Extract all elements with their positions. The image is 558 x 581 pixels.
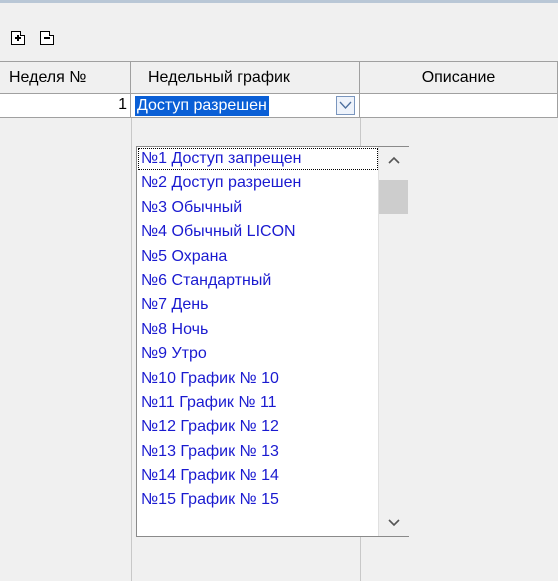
table-row[interactable]: 1 Доступ разрешен xyxy=(0,94,558,118)
dropdown-item[interactable]: №14 График № 14 xyxy=(137,464,379,488)
schedule-dropdown-list[interactable]: №1 Доступ запрещен №2 Доступ разрешен №3 О… xyxy=(136,146,409,537)
dropdown-item[interactable]: №11 График № 11 xyxy=(137,391,379,415)
combo-dropdown-button[interactable] xyxy=(336,96,355,115)
dropdown-item[interactable]: №4 Обычный LICON xyxy=(137,220,379,244)
dropdown-scrollbar[interactable] xyxy=(378,147,409,536)
dropdown-item[interactable]: №5 Охрана xyxy=(137,245,379,269)
dropdown-items: №1 Доступ запрещен №2 Доступ разрешен №3 О… xyxy=(137,147,379,513)
dropdown-item[interactable]: №7 День xyxy=(137,293,379,317)
schedule-combo-value[interactable]: Доступ разрешен xyxy=(135,96,269,116)
remove-row-button[interactable] xyxy=(40,31,54,45)
chevron-down-icon xyxy=(388,519,400,527)
week-number-cell[interactable]: 1 xyxy=(0,94,131,118)
dropdown-item[interactable]: №6 Стандартный xyxy=(137,269,379,293)
column-header-week[interactable]: Неделя № xyxy=(0,62,131,94)
scroll-down-button[interactable] xyxy=(385,513,403,531)
dropdown-item[interactable]: №2 Доступ разрешен xyxy=(137,171,379,195)
column-header-description[interactable]: Описание xyxy=(360,62,558,94)
scroll-up-button[interactable] xyxy=(385,152,403,170)
description-cell[interactable] xyxy=(360,94,558,118)
chevron-down-icon xyxy=(339,101,352,109)
dropdown-item[interactable]: №3 Обычный xyxy=(137,196,379,220)
dropdown-item[interactable]: №15 График № 15 xyxy=(137,488,379,512)
column-header-weekly-schedule[interactable]: Недельный график xyxy=(131,62,360,94)
dropdown-item[interactable]: №8 Ночь xyxy=(137,318,379,342)
add-row-icon xyxy=(12,32,24,44)
remove-row-icon xyxy=(41,32,53,44)
dropdown-item[interactable]: №9 Утро xyxy=(137,342,379,366)
dropdown-item[interactable]: №13 График № 13 xyxy=(137,440,379,464)
add-row-button[interactable] xyxy=(11,31,25,45)
dropdown-item[interactable]: №10 График № 10 xyxy=(137,367,379,391)
chevron-up-icon xyxy=(388,156,400,164)
toolbar xyxy=(0,3,558,61)
weekly-schedule-cell[interactable]: Доступ разрешен xyxy=(131,94,360,118)
scroll-thumb[interactable] xyxy=(379,180,408,214)
column-divider xyxy=(131,118,132,581)
dropdown-item[interactable]: №1 Доступ запрещен xyxy=(137,147,379,171)
dropdown-item[interactable]: №12 График № 12 xyxy=(137,415,379,439)
